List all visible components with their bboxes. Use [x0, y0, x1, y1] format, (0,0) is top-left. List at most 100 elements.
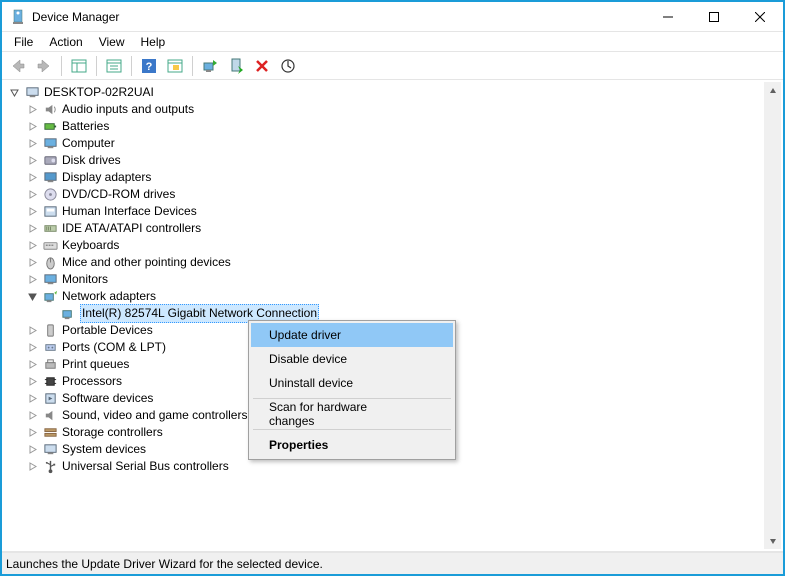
tree-category[interactable]: Audio inputs and outputs [4, 101, 781, 118]
tree-category[interactable]: IDE ATA/ATAPI controllers [4, 220, 781, 237]
tree-category-label: Keyboards [62, 237, 119, 254]
chevron-right-icon[interactable] [26, 343, 38, 352]
tree-category-label: DVD/CD-ROM drives [62, 186, 175, 203]
chevron-right-icon[interactable] [26, 173, 38, 182]
chevron-right-icon[interactable] [26, 428, 38, 437]
update-driver-button[interactable] [198, 55, 222, 77]
ctx-update-driver[interactable]: Update driver [251, 323, 453, 347]
tree-category-label: Software devices [62, 390, 153, 407]
sound-icon [42, 408, 58, 424]
menu-view[interactable]: View [91, 33, 133, 51]
tree-category-label: Display adapters [62, 169, 151, 186]
chevron-down-icon[interactable] [26, 292, 38, 301]
cpu-icon [42, 374, 58, 390]
tree-category-label: Print queues [62, 356, 129, 373]
scroll-down-icon[interactable] [764, 532, 781, 549]
back-button[interactable] [6, 55, 30, 77]
tree-category[interactable]: DVD/CD-ROM drives [4, 186, 781, 203]
tree-category[interactable]: Batteries [4, 118, 781, 135]
tree-category[interactable]: Keyboards [4, 237, 781, 254]
system-icon [42, 442, 58, 458]
help-button[interactable]: ? [137, 55, 161, 77]
chevron-right-icon[interactable] [26, 462, 38, 471]
tree-category-label: Batteries [62, 118, 109, 135]
tree-category[interactable]: Computer [4, 135, 781, 152]
menu-help[interactable]: Help [133, 33, 174, 51]
network-adapter-icon [60, 306, 76, 322]
svg-text:?: ? [146, 61, 153, 73]
monitor-icon [42, 136, 58, 152]
forward-button[interactable] [32, 55, 56, 77]
audio-icon [42, 102, 58, 118]
chevron-right-icon[interactable] [26, 445, 38, 454]
title-bar: Device Manager [2, 2, 783, 32]
ctx-scan-hardware[interactable]: Scan for hardware changes [251, 402, 453, 426]
chevron-right-icon[interactable] [26, 207, 38, 216]
chevron-right-icon[interactable] [26, 156, 38, 165]
tree-category-label: IDE ATA/ATAPI controllers [62, 220, 201, 237]
port-icon [42, 340, 58, 356]
tree-category-label: Mice and other pointing devices [62, 254, 231, 271]
hid-icon [42, 204, 58, 220]
toolbar-separator [96, 56, 97, 76]
keyboard-icon [42, 238, 58, 254]
tree-root[interactable]: DESKTOP-02R2UAI [4, 84, 781, 101]
chevron-right-icon[interactable] [26, 377, 38, 386]
tree-category-label: Storage controllers [62, 424, 163, 441]
tree-category-label: Disk drives [62, 152, 121, 169]
chevron-right-icon[interactable] [26, 190, 38, 199]
tree-category[interactable]: Monitors [4, 271, 781, 288]
chevron-right-icon[interactable] [26, 241, 38, 250]
scroll-up-icon[interactable] [764, 82, 781, 99]
close-button[interactable] [737, 2, 783, 31]
portable-icon [42, 323, 58, 339]
tree-category-network[interactable]: Network adapters [4, 288, 781, 305]
tree-category[interactable]: Human Interface Devices [4, 203, 781, 220]
menu-file[interactable]: File [6, 33, 41, 51]
chevron-down-icon[interactable] [8, 88, 20, 97]
properties-button[interactable] [102, 55, 126, 77]
chevron-right-icon[interactable] [26, 411, 38, 420]
computer-icon [24, 85, 40, 101]
cdrom-icon [42, 187, 58, 203]
scan-hardware-button[interactable] [276, 55, 300, 77]
menu-action[interactable]: Action [41, 33, 90, 51]
action-button[interactable] [163, 55, 187, 77]
ctx-separator [253, 429, 451, 430]
chevron-right-icon[interactable] [26, 224, 38, 233]
maximize-button[interactable] [691, 2, 737, 31]
minimize-button[interactable] [645, 2, 691, 31]
tree-category-label: Computer [62, 135, 115, 152]
storage-icon [42, 425, 58, 441]
chevron-right-icon[interactable] [26, 122, 38, 131]
status-bar: Launches the Update Driver Wizard for th… [2, 552, 783, 574]
chevron-right-icon[interactable] [26, 258, 38, 267]
tree-category[interactable]: Display adapters [4, 169, 781, 186]
monitor-icon [42, 272, 58, 288]
display-adapter-icon [42, 170, 58, 186]
network-icon [42, 289, 58, 305]
disable-device-button[interactable] [224, 55, 248, 77]
context-menu: Update driver Disable device Uninstall d… [248, 320, 456, 460]
mouse-icon [42, 255, 58, 271]
tree-category-label: Ports (COM & LPT) [62, 339, 166, 356]
tree-category[interactable]: Mice and other pointing devices [4, 254, 781, 271]
tree-category-label: Monitors [62, 271, 108, 288]
menu-bar: File Action View Help [2, 32, 783, 52]
ctx-disable-device[interactable]: Disable device [251, 347, 453, 371]
chevron-right-icon[interactable] [26, 275, 38, 284]
chevron-right-icon[interactable] [26, 326, 38, 335]
tree-category[interactable]: Universal Serial Bus controllers [4, 458, 781, 475]
show-hide-tree-button[interactable] [67, 55, 91, 77]
uninstall-device-button[interactable] [250, 55, 274, 77]
ctx-uninstall-device[interactable]: Uninstall device [251, 371, 453, 395]
chevron-right-icon[interactable] [26, 360, 38, 369]
window-controls [645, 2, 783, 31]
toolbar-separator [131, 56, 132, 76]
tree-category[interactable]: Disk drives [4, 152, 781, 169]
ctx-properties[interactable]: Properties [251, 433, 453, 457]
chevron-right-icon[interactable] [26, 105, 38, 114]
chevron-right-icon[interactable] [26, 139, 38, 148]
vertical-scrollbar[interactable] [764, 82, 781, 549]
chevron-right-icon[interactable] [26, 394, 38, 403]
